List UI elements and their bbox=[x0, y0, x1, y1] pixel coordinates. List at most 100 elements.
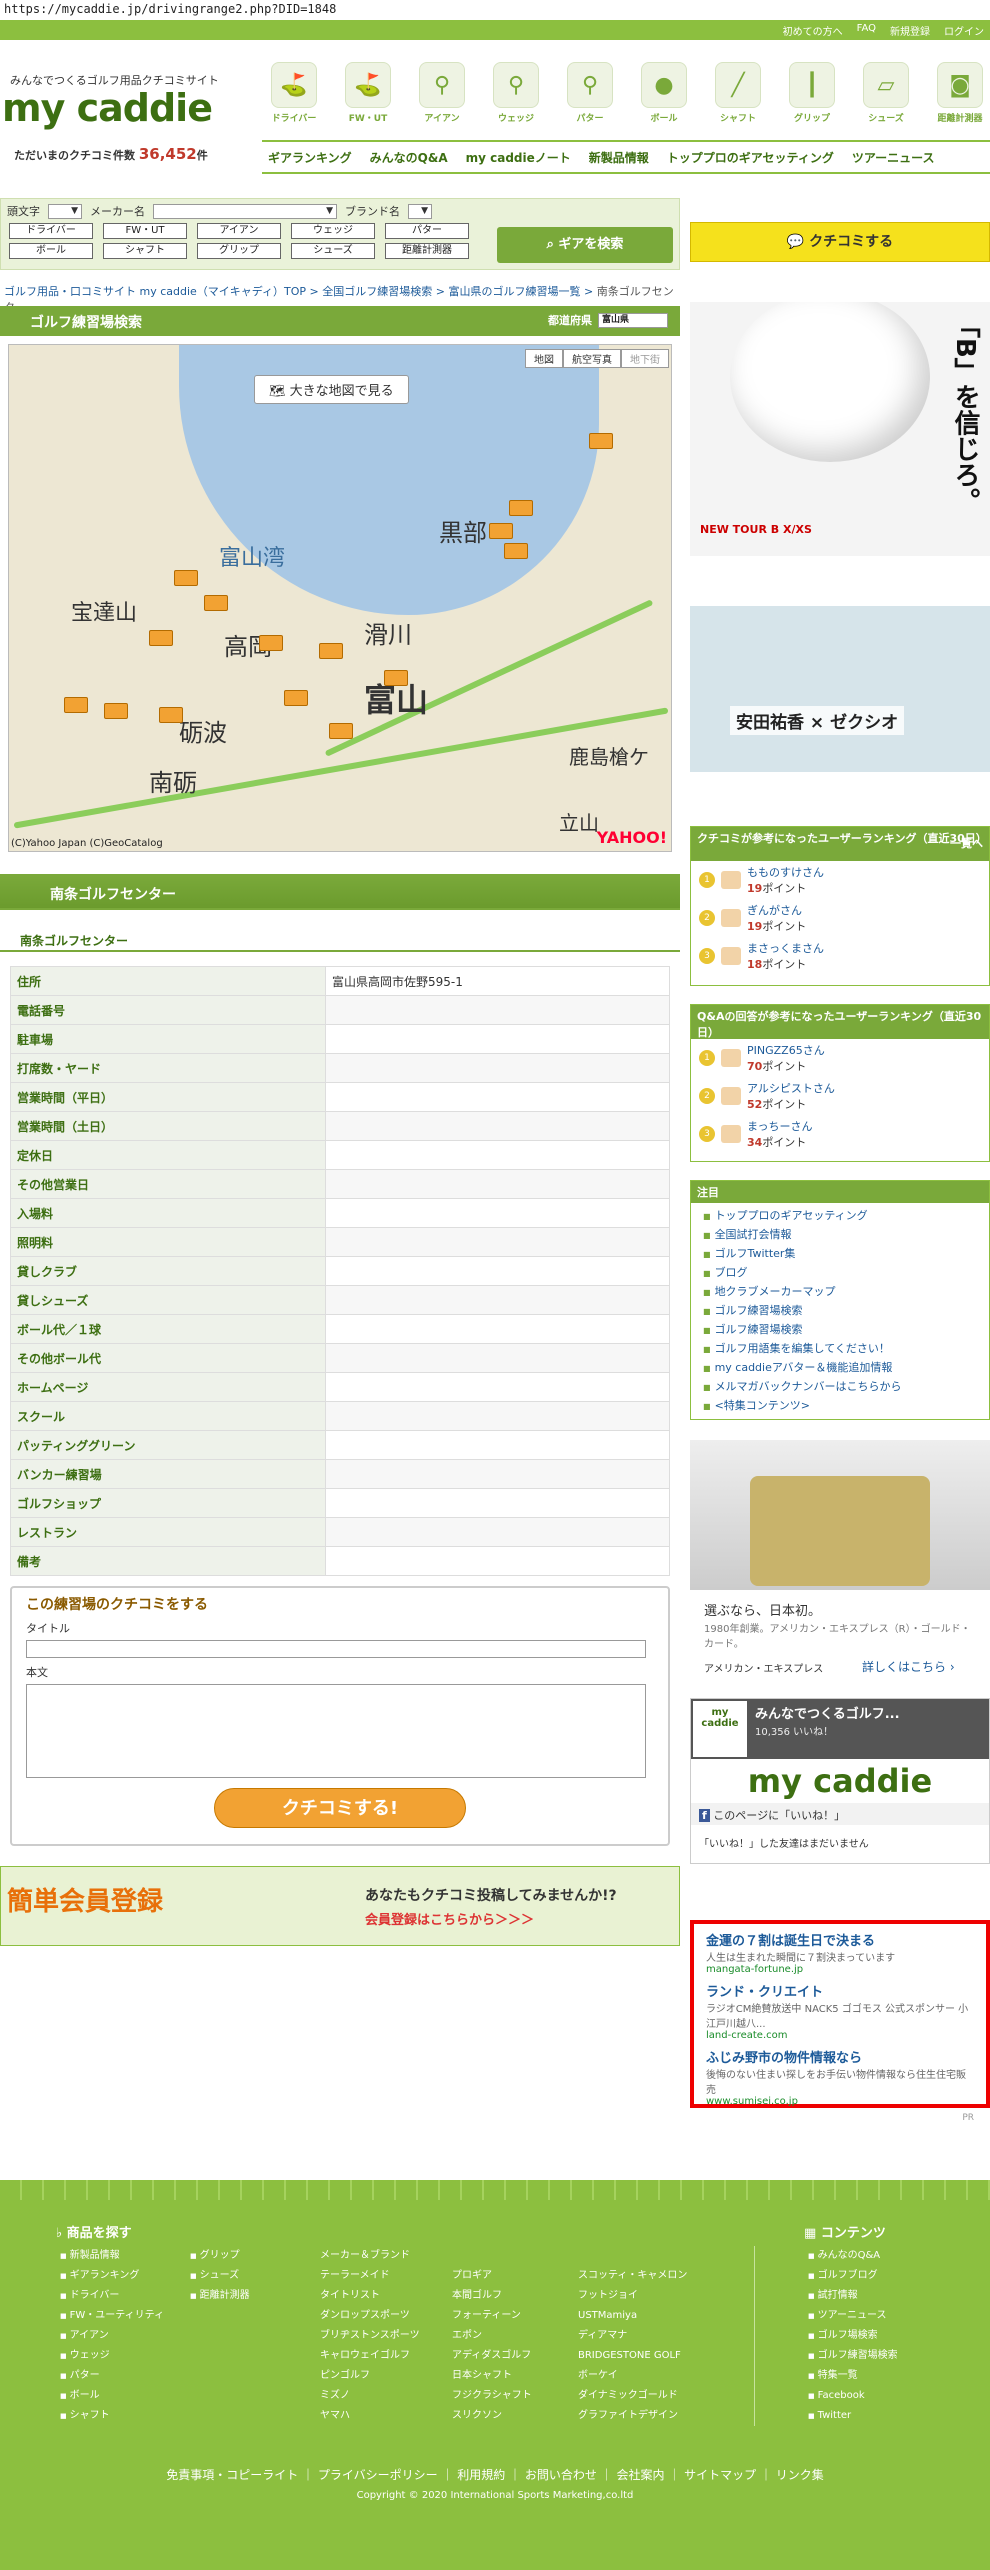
ranking-item[interactable]: 3 まさっくまさん 18ポイント bbox=[691, 937, 989, 975]
footer-link[interactable]: プロギア bbox=[452, 2266, 532, 2286]
search-cat-shaft[interactable]: シャフト bbox=[103, 243, 187, 259]
search-cat-driver[interactable]: ドライバー bbox=[9, 223, 93, 239]
footer-link[interactable]: ボール bbox=[60, 2386, 164, 2406]
text-ad[interactable]: ふじみ野市の物件情報なら 後悔のない住まい探しをお手伝い物件情報なら住生住宅販売 w… bbox=[706, 2047, 974, 2107]
footer-link[interactable]: ボーケイ bbox=[578, 2366, 687, 2386]
range-pin[interactable] bbox=[149, 630, 173, 646]
footer-link[interactable]: ゴルフ場検索 bbox=[808, 2326, 898, 2346]
breadcrumb-top[interactable]: ゴルフ用品・口コミサイト my caddie（マイキャディ）TOP bbox=[4, 285, 306, 298]
kuchikomi-button[interactable]: 💬 クチコミする bbox=[690, 222, 990, 262]
footer-link[interactable]: ミズノ bbox=[320, 2386, 420, 2406]
tab-aerial[interactable]: 航空写真 bbox=[563, 349, 621, 368]
title-input[interactable] bbox=[26, 1640, 646, 1658]
ranking-user[interactable]: ぎんがさん bbox=[747, 902, 806, 918]
site-logo[interactable]: my caddie bbox=[2, 86, 232, 136]
footer-link[interactable]: 特集一覧 bbox=[808, 2366, 898, 2386]
footer-link[interactable]: タイトリスト bbox=[320, 2286, 420, 2306]
search-cat-iron[interactable]: アイアン bbox=[197, 223, 281, 239]
search-cat-fw[interactable]: FW・UT bbox=[103, 223, 187, 239]
nav-qa[interactable]: みんなのQ&A bbox=[370, 149, 448, 166]
notice-link[interactable]: ゴルフ練習場検索 bbox=[703, 1321, 977, 1340]
fb-page-logo[interactable]: my caddie bbox=[693, 1701, 747, 1757]
range-pin[interactable] bbox=[589, 433, 613, 449]
notice-link[interactable]: 地クラブメーカーマップ bbox=[703, 1283, 977, 1302]
footer-link[interactable]: テーラーメイド bbox=[320, 2266, 420, 2286]
footer-link[interactable]: ピンゴルフ bbox=[320, 2366, 420, 2386]
footer-link[interactable]: ディアマナ bbox=[578, 2326, 687, 2346]
breadcrumb-search[interactable]: 全国ゴルフ練習場検索 bbox=[322, 285, 432, 298]
search-cat-wedge[interactable]: ウェッジ bbox=[291, 223, 375, 239]
cat-shaft[interactable]: ╱ シャフト bbox=[706, 62, 770, 124]
footer-link[interactable]: ゴルフブログ bbox=[808, 2266, 898, 2286]
range-pin[interactable] bbox=[174, 570, 198, 586]
cat-iron[interactable]: ⚲ アイアン bbox=[410, 62, 474, 124]
ranking-item[interactable]: 3 まっちーさん 34ポイント bbox=[691, 1115, 989, 1153]
footer-link[interactable]: 試打情報 bbox=[808, 2286, 898, 2306]
footer-link[interactable]: 新製品情報 bbox=[60, 2246, 164, 2266]
cat-driver[interactable]: ⛳ ドライバー bbox=[262, 62, 326, 124]
cat-putter[interactable]: ⚲ パター bbox=[558, 62, 622, 124]
notice-link[interactable]: トッププロのギアセッティング bbox=[703, 1207, 977, 1226]
footer-link[interactable]: ダンロップスポーツ bbox=[320, 2306, 420, 2326]
notice-link[interactable]: メルマガバックナンバーはこちらから bbox=[703, 1378, 977, 1397]
ranking-user[interactable]: まっちーさん bbox=[747, 1118, 813, 1134]
nav-gear-ranking[interactable]: ギアランキング bbox=[268, 149, 352, 166]
tab-underground[interactable]: 地下街 bbox=[621, 349, 669, 368]
initial-select[interactable]: ▼ bbox=[48, 203, 82, 219]
search-cat-rangefinder[interactable]: 距離計測器 bbox=[385, 243, 469, 259]
footer-link[interactable]: 日本シャフト bbox=[452, 2366, 532, 2386]
text-ad-title[interactable]: 金運の７割は誕生日で決まる bbox=[706, 1930, 974, 1949]
ranking-user[interactable]: もものすけさん bbox=[747, 864, 824, 880]
range-pin[interactable] bbox=[259, 635, 283, 651]
body-textarea[interactable] bbox=[26, 1684, 646, 1778]
ranking-item[interactable]: 2 アルシピストさん 52ポイント bbox=[691, 1077, 989, 1115]
ranking-item[interactable]: 1 もものすけさん 19ポイント bbox=[691, 861, 989, 899]
footer-link[interactable]: スコッティ・キャメロン bbox=[578, 2266, 687, 2286]
footer-link[interactable]: ブリヂストンスポーツ bbox=[320, 2326, 420, 2346]
footer-link[interactable]: ヤマハ bbox=[320, 2406, 420, 2426]
notice-link[interactable]: 全国試打会情報 bbox=[703, 1226, 977, 1245]
nav-pro-setting[interactable]: トッププロのギアセッティング bbox=[667, 149, 834, 166]
footer-link[interactable]: みんなのQ&A bbox=[808, 2246, 898, 2266]
cat-wedge[interactable]: ⚲ ウェッジ bbox=[484, 62, 548, 124]
top-link-faq[interactable]: FAQ bbox=[857, 23, 876, 38]
footer-link[interactable]: ツアーニュース bbox=[808, 2306, 898, 2326]
top-link-beginner[interactable]: 初めての方へ bbox=[783, 23, 843, 38]
search-cat-grip[interactable]: グリップ bbox=[197, 243, 281, 259]
footer-link[interactable]: メーカー＆ブランド bbox=[320, 2246, 420, 2266]
footer-link[interactable]: フジクラシャフト bbox=[452, 2386, 532, 2406]
brand-select[interactable]: ▼ bbox=[408, 203, 432, 219]
search-cat-ball[interactable]: ボール bbox=[9, 243, 93, 259]
nav-new-products[interactable]: 新製品情報 bbox=[589, 149, 649, 166]
range-pin[interactable] bbox=[284, 690, 308, 706]
nav-tour-news[interactable]: ツアーニュース bbox=[852, 149, 935, 166]
footer-link[interactable]: BRIDGESTONE GOLF bbox=[578, 2346, 687, 2366]
ranking-user[interactable]: PINGZZ65さん bbox=[747, 1042, 825, 1058]
ad3-link[interactable]: 詳しくはこちら › bbox=[862, 1658, 955, 1675]
cat-ball[interactable]: ● ボール bbox=[632, 62, 696, 124]
footer-link[interactable]: FW・ユーティリティ bbox=[60, 2306, 164, 2326]
text-ad-url[interactable]: land-create.com bbox=[706, 2030, 974, 2041]
ranking-item[interactable]: 2 ぎんがさん 19ポイント bbox=[691, 899, 989, 937]
notice-link[interactable]: ゴルフTwitter集 bbox=[703, 1245, 977, 1264]
footer-links[interactable]: 免責事項・コピーライト ｜ プライバシーポリシー ｜ 利用規約 ｜ お問い合わせ… bbox=[0, 2466, 990, 2483]
footer-link[interactable]: スリクソン bbox=[452, 2406, 532, 2426]
range-pin[interactable] bbox=[319, 643, 343, 659]
range-pin[interactable] bbox=[204, 595, 228, 611]
footer-link[interactable]: グリップ bbox=[190, 2246, 250, 2266]
search-cat-putter[interactable]: パター bbox=[385, 223, 469, 239]
tab-map[interactable]: 地図 bbox=[525, 349, 563, 368]
footer-link[interactable]: エポン bbox=[452, 2326, 532, 2346]
footer-link[interactable]: ドライバー bbox=[60, 2286, 164, 2306]
top-link-register[interactable]: 新規登録 bbox=[890, 23, 930, 38]
footer-link[interactable]: キャロウェイゴルフ bbox=[320, 2346, 420, 2366]
range-pin[interactable] bbox=[104, 703, 128, 719]
footer-link[interactable]: ゴルフ練習場検索 bbox=[808, 2346, 898, 2366]
text-ad-url[interactable]: www.sumisei.co.jp bbox=[706, 2096, 974, 2107]
pref-select[interactable]: 富山県 bbox=[598, 312, 668, 328]
register-banner[interactable]: 簡単会員登録 あなたもクチコミ投稿してみませんか!? 会員登録はこちらから＞＞＞ bbox=[0, 1866, 680, 1946]
fb-like-button[interactable]: f このページに「いいね！」 bbox=[691, 1803, 989, 1825]
footer-link[interactable]: フォーティーン bbox=[452, 2306, 532, 2326]
range-pin[interactable] bbox=[489, 523, 513, 539]
text-ad-url[interactable]: mangata-fortune.jp bbox=[706, 1964, 974, 1975]
